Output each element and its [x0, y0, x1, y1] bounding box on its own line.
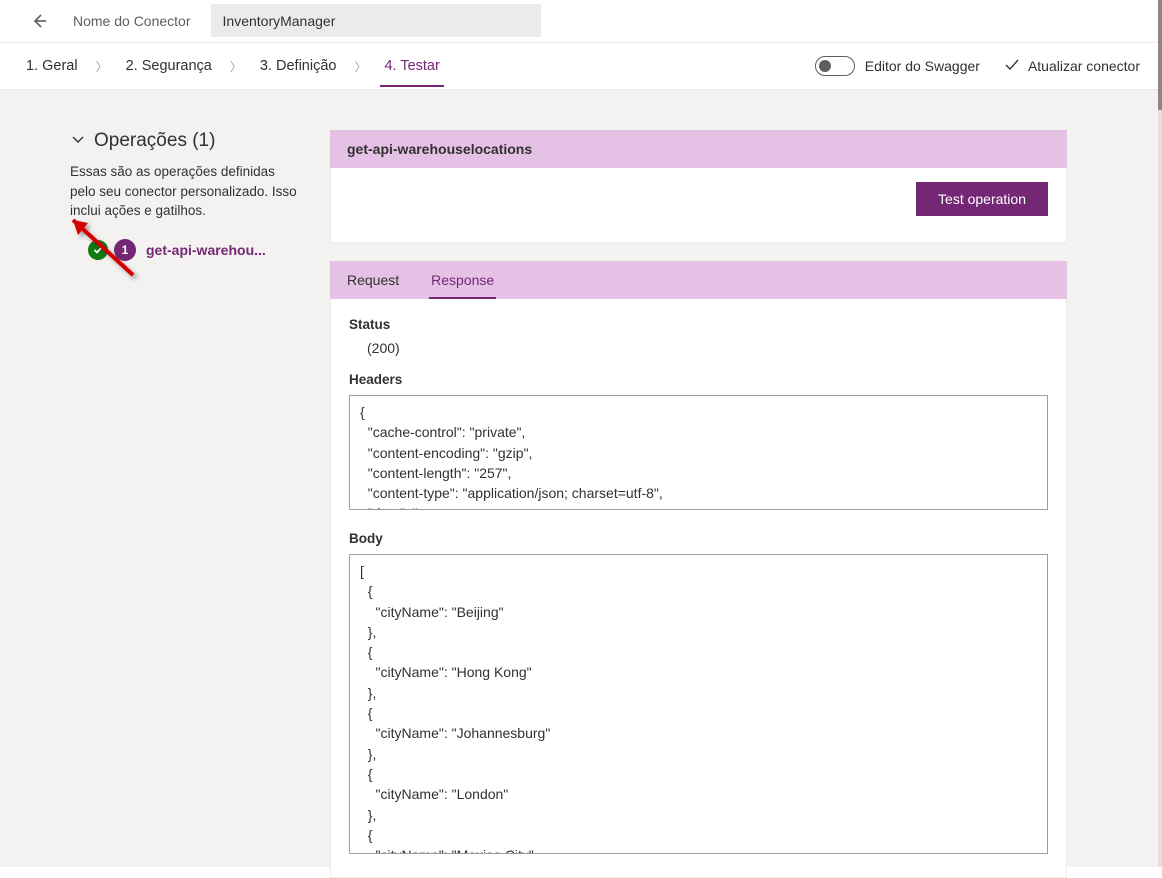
toggle-track: [815, 56, 855, 76]
step-definition[interactable]: 3. Definição: [256, 58, 341, 74]
update-connector-button[interactable]: Atualizar conector: [1004, 57, 1140, 76]
toggle-knob: [819, 60, 831, 72]
step-test[interactable]: 4. Testar: [380, 58, 443, 74]
body-label: Body: [349, 531, 1048, 546]
operation-item-name: get-api-warehou...: [146, 242, 266, 258]
content-area: Operações (1) Essas são as operações def…: [0, 90, 1162, 867]
step-general[interactable]: 1. Geral: [22, 58, 82, 74]
operations-title: Operações (1): [94, 130, 215, 152]
chevron-down-icon: [70, 131, 86, 152]
status-label: Status: [349, 317, 1048, 332]
connector-name-input[interactable]: [211, 4, 541, 37]
operation-number-badge: 1: [114, 239, 136, 261]
headers-label: Headers: [349, 372, 1048, 387]
tab-response[interactable]: Response: [415, 261, 510, 299]
body-textarea[interactable]: [349, 554, 1048, 854]
checkmark-icon: [1004, 57, 1020, 76]
connector-name-label: Nome do Conector: [73, 13, 191, 29]
operation-toolbar: Test operation: [330, 168, 1067, 243]
tab-request[interactable]: Request: [331, 261, 415, 299]
headers-textarea[interactable]: [349, 395, 1048, 510]
operations-header[interactable]: Operações (1): [70, 130, 300, 152]
step-security[interactable]: 2. Segurança: [122, 58, 216, 74]
main-panel: get-api-warehouselocations Test operatio…: [330, 130, 1067, 878]
step-bar: 1. Geral 〉 2. Segurança 〉 3. Definição 〉…: [0, 42, 1162, 90]
result-tabs: Request Response: [330, 261, 1067, 299]
status-value: (200): [367, 340, 1048, 356]
chevron-right-icon: 〉: [96, 58, 108, 75]
step-test-label: 4. Testar: [384, 58, 439, 74]
operation-item[interactable]: 1 get-api-warehou...: [70, 235, 300, 265]
operation-title-bar: get-api-warehouselocations: [330, 130, 1067, 168]
operations-sidebar: Operações (1) Essas são as operações def…: [70, 130, 330, 265]
success-icon: [88, 240, 108, 260]
test-operation-button[interactable]: Test operation: [916, 182, 1048, 216]
back-button[interactable]: [25, 7, 53, 35]
swagger-editor-toggle[interactable]: Editor do Swagger: [815, 56, 980, 76]
response-panel: Status (200) Headers Body: [330, 299, 1067, 878]
swagger-editor-label: Editor do Swagger: [865, 58, 980, 74]
chevron-right-icon: 〉: [354, 58, 366, 75]
chevron-right-icon: 〉: [230, 58, 242, 75]
active-step-underline: [380, 85, 443, 87]
operation-title: get-api-warehouselocations: [347, 141, 532, 157]
scrollbar-thumb[interactable]: [1158, 0, 1162, 110]
operations-description: Essas são as operações definidas pelo se…: [70, 162, 300, 221]
arrow-left-icon: [30, 12, 48, 30]
window-scrollbar[interactable]: [1158, 0, 1162, 867]
update-connector-label: Atualizar conector: [1028, 58, 1140, 74]
top-bar: Nome do Conector: [0, 0, 1162, 42]
